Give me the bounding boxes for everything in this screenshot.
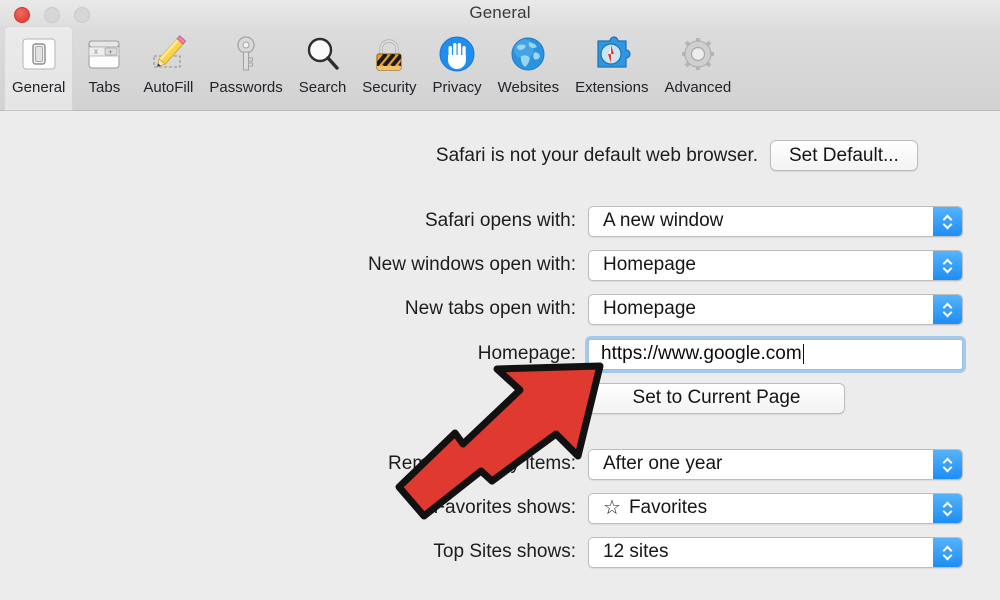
tab-extensions[interactable]: Extensions bbox=[567, 26, 656, 111]
general-preferences-pane: Safari is not your default web browser. … bbox=[0, 111, 1000, 600]
preferences-toolbar: General x + Tabs AutoFill Passwords Sear… bbox=[0, 26, 1000, 111]
new-tabs-open-with-dropdown[interactable]: Homepage bbox=[588, 293, 963, 325]
remove-history-items-dropdown[interactable]: After one year bbox=[588, 448, 963, 480]
tab-label-tabs: Tabs bbox=[88, 79, 121, 96]
globe-icon bbox=[505, 32, 551, 78]
homepage-input[interactable]: https://www.google.com bbox=[588, 338, 963, 370]
switch-icon bbox=[16, 32, 62, 78]
safari-opens-with-dropdown[interactable]: A new window bbox=[588, 205, 963, 237]
window-title: General bbox=[469, 3, 531, 22]
new-windows-open-with-value: Homepage bbox=[603, 254, 696, 275]
homepage-label: Homepage: bbox=[477, 343, 576, 364]
tab-label-websites: Websites bbox=[497, 79, 560, 96]
padlock-icon bbox=[366, 32, 412, 78]
stepper-arrows-icon[interactable] bbox=[933, 250, 962, 280]
safari-opens-with-value: A new window bbox=[603, 210, 724, 231]
stepper-arrows-icon[interactable] bbox=[933, 449, 962, 479]
safari-preferences-window: General General x + Tabs AutoFill Passwo… bbox=[0, 0, 1000, 600]
safari-opens-with-row: Safari opens with: A new window bbox=[0, 205, 1000, 237]
stepper-arrows-icon[interactable] bbox=[933, 206, 962, 236]
tab-label-privacy: Privacy bbox=[432, 79, 482, 96]
top-sites-shows-dropdown[interactable]: 12 sites bbox=[588, 536, 963, 568]
remove-history-items-label: Remove history items: bbox=[388, 453, 576, 474]
tab-advanced[interactable]: Advanced bbox=[656, 26, 739, 111]
default-browser-text: Safari is not your default web browser. bbox=[435, 144, 758, 166]
tab-websites[interactable]: Websites bbox=[490, 26, 567, 111]
favorites-shows-dropdown[interactable]: ☆ Favorites bbox=[588, 492, 963, 524]
tab-label-general: General bbox=[12, 79, 66, 96]
tab-privacy[interactable]: Privacy bbox=[424, 26, 489, 111]
hand-icon bbox=[434, 32, 480, 78]
default-browser-row: Safari is not your default web browser. … bbox=[0, 140, 1000, 171]
favorites-shows-value-wrap: ☆ Favorites bbox=[589, 497, 707, 519]
new-tabs-open-with-row: New tabs open with: Homepage bbox=[0, 293, 1000, 325]
text-caret bbox=[802, 344, 805, 364]
new-tabs-open-with-value: Homepage bbox=[603, 298, 696, 319]
favorites-shows-row: Favorites shows: ☆ Favorites bbox=[0, 492, 1000, 524]
puzzle-icon bbox=[589, 32, 635, 78]
top-sites-shows-row: Top Sites shows: 12 sites bbox=[0, 536, 1000, 568]
stepper-arrows-icon[interactable] bbox=[933, 537, 962, 567]
svg-text:+: + bbox=[108, 47, 113, 56]
magnifier-icon bbox=[300, 32, 346, 78]
tab-security[interactable]: Security bbox=[354, 26, 424, 111]
homepage-value: https://www.google.com bbox=[601, 343, 802, 364]
tab-label-advanced: Advanced bbox=[664, 79, 732, 96]
safari-opens-with-label: Safari opens with: bbox=[424, 210, 576, 231]
favorites-shows-label: Favorites shows: bbox=[433, 497, 576, 518]
gear-icon bbox=[675, 32, 721, 78]
set-default-button[interactable]: Set Default... bbox=[770, 140, 918, 171]
set-to-current-page-button[interactable]: Set to Current Page bbox=[588, 382, 845, 414]
tab-autofill[interactable]: AutoFill bbox=[135, 26, 201, 111]
svg-text:x: x bbox=[94, 47, 98, 56]
tab-label-security: Security bbox=[362, 79, 417, 96]
new-windows-open-with-label: New windows open with: bbox=[367, 254, 576, 275]
new-windows-open-with-dropdown[interactable]: Homepage bbox=[588, 249, 963, 281]
remove-history-items-row: Remove history items: After one year bbox=[0, 448, 1000, 480]
set-to-current-page-row: Set to Current Page bbox=[0, 382, 1000, 414]
tab-tabs[interactable]: x + Tabs bbox=[73, 26, 135, 111]
stepper-arrows-icon[interactable] bbox=[933, 493, 962, 523]
top-sites-shows-value: 12 sites bbox=[603, 541, 669, 562]
remove-history-items-value: After one year bbox=[603, 453, 723, 474]
new-tabs-open-with-label: New tabs open with: bbox=[404, 298, 576, 319]
tab-label-extensions: Extensions bbox=[575, 79, 649, 96]
pencil-icon bbox=[145, 32, 191, 78]
tab-label-search: Search bbox=[298, 79, 347, 96]
tab-label-passwords: Passwords bbox=[209, 79, 283, 96]
homepage-row: Homepage: https://www.google.com bbox=[0, 338, 1000, 370]
star-icon: ☆ bbox=[603, 497, 621, 519]
window-titlebar: General bbox=[0, 0, 1000, 26]
new-windows-open-with-row: New windows open with: Homepage bbox=[0, 249, 1000, 281]
tab-general[interactable]: General bbox=[4, 26, 74, 111]
tab-search[interactable]: Search bbox=[291, 26, 355, 111]
favorites-shows-value: Favorites bbox=[628, 497, 708, 518]
tab-label-autofill: AutoFill bbox=[143, 79, 194, 96]
key-icon bbox=[223, 32, 269, 78]
tab-passwords[interactable]: Passwords bbox=[201, 26, 290, 111]
stepper-arrows-icon[interactable] bbox=[933, 294, 962, 324]
tabs-icon: x + bbox=[81, 32, 127, 78]
top-sites-shows-label: Top Sites shows: bbox=[433, 541, 576, 562]
